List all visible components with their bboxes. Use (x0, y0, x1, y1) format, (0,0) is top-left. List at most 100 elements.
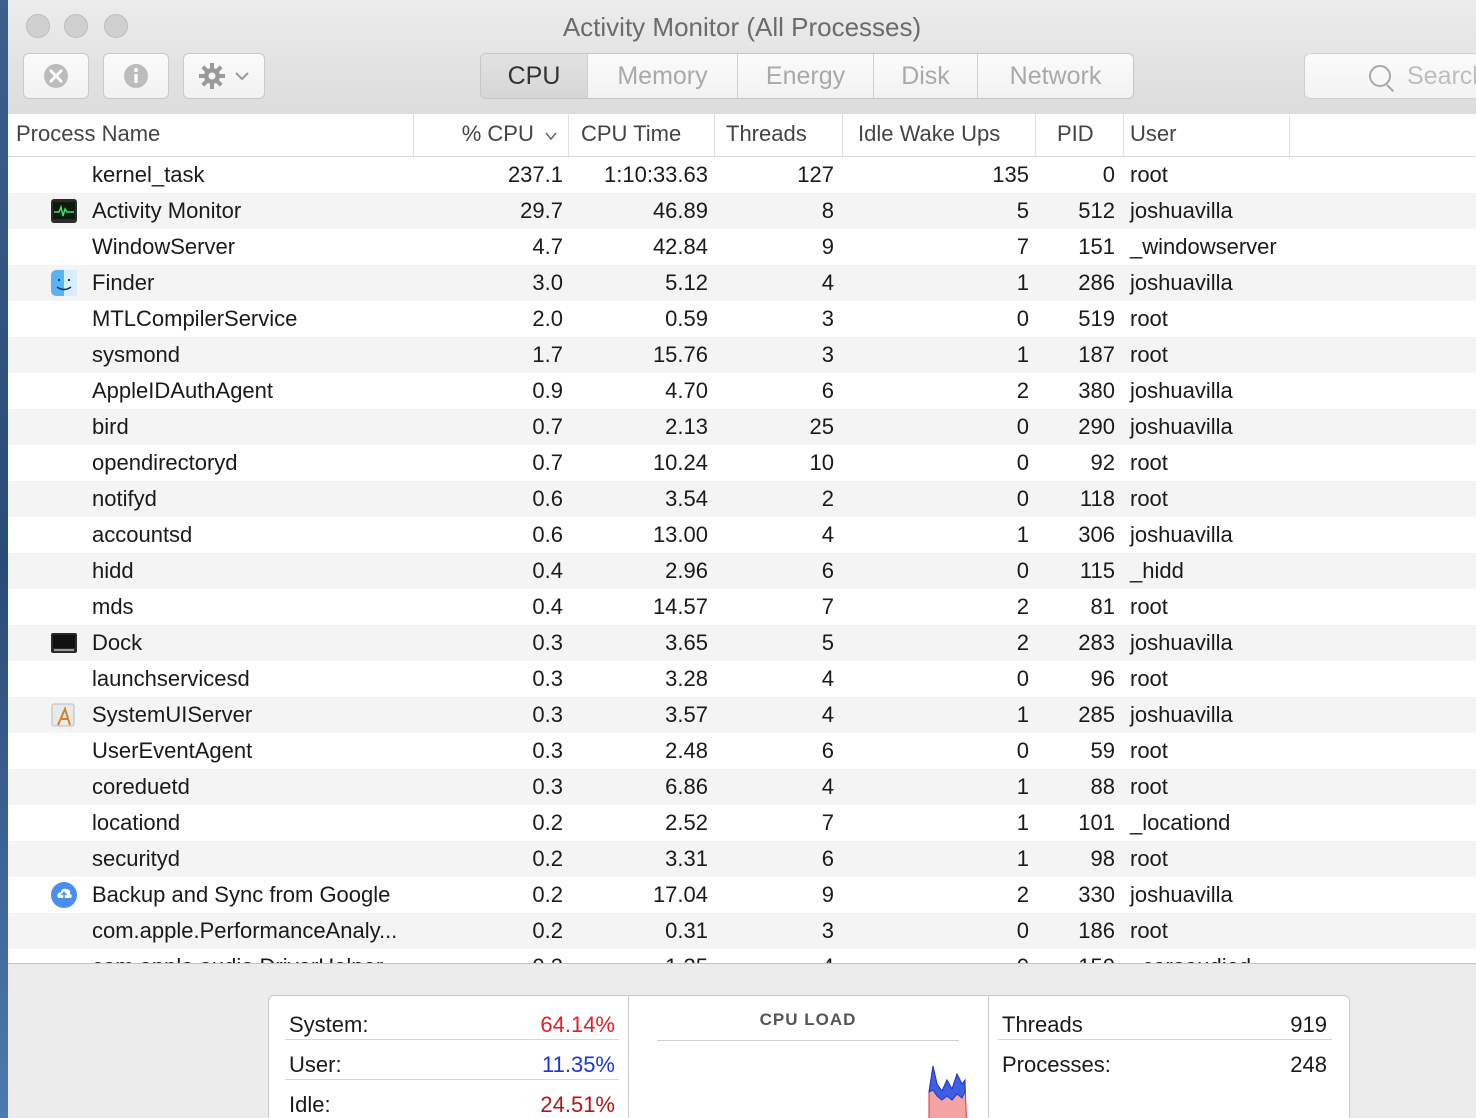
cpu-load-graph: CPU LOAD (629, 996, 987, 1118)
cell-threads: 7 (821, 594, 834, 619)
user-label: User: (289, 1052, 342, 1077)
cell-time: 13.00 (652, 522, 708, 547)
table-row[interactable]: AppleIDAuthAgent 0.9 4.70 6 2 380 joshuavilla (8, 373, 1476, 409)
table-row[interactable]: securityd 0.2 3.31 6 1 98 root (8, 841, 1476, 877)
cell-cpu: 0.2 (532, 846, 563, 871)
cell-idle: 1 (1016, 522, 1029, 547)
cell-pid: 98 (1090, 846, 1115, 871)
cell-cpu: 0.7 (532, 450, 563, 475)
column-cpu-time[interactable]: CPU Time (569, 114, 715, 156)
cell-idle: 0 (1016, 558, 1029, 583)
cell-idle: 0 (1016, 306, 1029, 331)
table-row[interactable]: hidd 0.4 2.96 6 0 115 _hidd (8, 553, 1476, 589)
process-name: notifyd (92, 486, 157, 511)
google-backup-icon (50, 881, 78, 909)
idle-value: 24.51% (540, 1092, 615, 1117)
table-row[interactable]: launchservicesd 0.3 3.28 4 0 96 root (8, 661, 1476, 697)
cell-time: 2.48 (665, 738, 708, 763)
table-row[interactable]: Activity Monitor 29.7 46.89 8 5 512 joshuavill… (8, 193, 1476, 229)
column-cpu-percent[interactable]: % CPU (414, 114, 569, 156)
cell-threads: 6 (821, 558, 834, 583)
inspect-process-button[interactable] (103, 53, 169, 99)
cpu-load-chart (928, 1065, 967, 1118)
cell-time: 3.54 (665, 486, 708, 511)
cell-cpu: 4.7 (532, 234, 563, 259)
process-name: locationd (92, 810, 181, 835)
table-row[interactable]: kernel_task 237.1 1:10:33.63 127 135 0 root (8, 157, 1476, 193)
cell-pid: 512 (1078, 198, 1115, 223)
table-row[interactable]: notifyd 0.6 3.54 2 0 118 root (8, 481, 1476, 517)
cell-cpu: 0.6 (532, 522, 563, 547)
cell-threads: 5 (821, 630, 834, 655)
table-row[interactable]: bird 0.7 2.13 25 0 290 joshuavilla (8, 409, 1476, 445)
table-row[interactable]: WindowServer 4.7 42.84 9 7 151 _windowserver (8, 229, 1476, 265)
cell-threads: 4 (821, 774, 834, 799)
column-threads[interactable]: Threads (715, 114, 843, 156)
cell-user: _hidd (1130, 558, 1184, 583)
tab-network[interactable]: Network (977, 54, 1133, 98)
column-user[interactable]: User (1124, 114, 1290, 156)
column-pid[interactable]: PID (1036, 114, 1124, 156)
search-field[interactable]: Search (1304, 53, 1476, 99)
cell-pid: 96 (1090, 666, 1115, 691)
cell-time: 3.28 (665, 666, 708, 691)
process-name: securityd (92, 846, 181, 871)
table-row[interactable]: com.apple.audio.DriverHelper 0.2 1.35 40 150… (8, 949, 1476, 963)
cell-pid: 285 (1078, 702, 1115, 727)
table-row[interactable]: Dock 0.3 3.65 5 2 283 joshuavilla (8, 625, 1476, 661)
table-row[interactable]: locationd 0.2 2.52 7 1 101 _locationd (8, 805, 1476, 841)
cell-cpu: 0.3 (532, 666, 563, 691)
cell-time: 17.04 (652, 882, 708, 907)
window-title: Activity Monitor (All Processes) (562, 12, 922, 42)
table-row[interactable]: com.apple.PerformanceAnaly... 0.2 0.31 3 0 18… (8, 913, 1476, 949)
table-row[interactable]: Backup and Sync from Google 0.2 17.04 9 2 330… (8, 877, 1476, 913)
process-name: hidd (92, 558, 134, 583)
table-row[interactable]: SystemUIServer 0.3 3.57 4 1 285 joshuavilla (8, 697, 1476, 733)
cell-threads: 3 (821, 342, 834, 367)
tab-cpu[interactable]: CPU (481, 54, 587, 98)
stop-process-button[interactable] (23, 53, 89, 99)
cell-pid: 283 (1078, 630, 1115, 655)
table-row[interactable]: MTLCompilerService 2.0 0.59 3 0 519 root (8, 301, 1476, 337)
cell-user: joshuavilla (1130, 378, 1233, 403)
cell-pid: 115 (1079, 558, 1115, 583)
column-process-name[interactable]: Process Name (8, 114, 414, 156)
cell-threads: 7 (821, 810, 834, 835)
cell-time: 2.52 (665, 810, 708, 835)
table-row[interactable]: mds 0.4 14.57 7 2 81 root (8, 589, 1476, 625)
cell-user: joshuavilla (1130, 522, 1233, 547)
cell-pid: 150 (1036, 949, 1115, 963)
cell-cpu: 0.2 (414, 949, 563, 963)
divider (998, 1039, 1332, 1040)
cell-pid: 306 (1078, 522, 1115, 547)
table-row[interactable]: sysmond 1.7 15.76 3 1 187 root (8, 337, 1476, 373)
cell-user: root (1130, 342, 1168, 367)
cell-pid: 290 (1078, 414, 1115, 439)
table-row[interactable]: coreduetd 0.3 6.86 4 1 88 root (8, 769, 1476, 805)
sort-descending-icon (545, 132, 557, 141)
action-menu-button[interactable] (183, 53, 265, 99)
cell-user: joshuavilla (1130, 270, 1233, 295)
process-name: Activity Monitor (92, 198, 242, 223)
system-value: 64.14% (540, 1012, 615, 1037)
cell-cpu: 0.9 (532, 378, 563, 403)
tab-memory[interactable]: Memory (587, 54, 737, 98)
toolbar: Activity Monitor (All Processes) CPU Mem… (8, 0, 1476, 115)
table-row[interactable]: opendirectoryd 0.7 10.24 10 0 92 root (8, 445, 1476, 481)
cell-cpu: 0.2 (532, 882, 563, 907)
cell-user: joshuavilla (1130, 198, 1233, 223)
table-row[interactable]: Finder 3.0 5.12 4 1 286 joshuavilla (8, 265, 1476, 301)
table-row[interactable]: UserEventAgent 0.3 2.48 6 0 59 root (8, 733, 1476, 769)
cell-idle: 1 (1016, 270, 1029, 295)
info-icon (124, 64, 148, 88)
column-idle-wake-ups[interactable]: Idle Wake Ups (843, 114, 1036, 156)
table-row[interactable]: accountsd 0.6 13.00 4 1 306 joshuavilla (8, 517, 1476, 553)
tab-disk[interactable]: Disk (873, 54, 977, 98)
cell-threads: 4 (821, 666, 834, 691)
cell-time: 46.89 (652, 198, 708, 223)
cell-pid: 118 (1079, 486, 1115, 511)
cell-cpu: 0.3 (532, 738, 563, 763)
process-name: Finder (92, 270, 155, 295)
cell-pid: 186 (1078, 918, 1115, 943)
tab-energy[interactable]: Energy (737, 54, 873, 98)
